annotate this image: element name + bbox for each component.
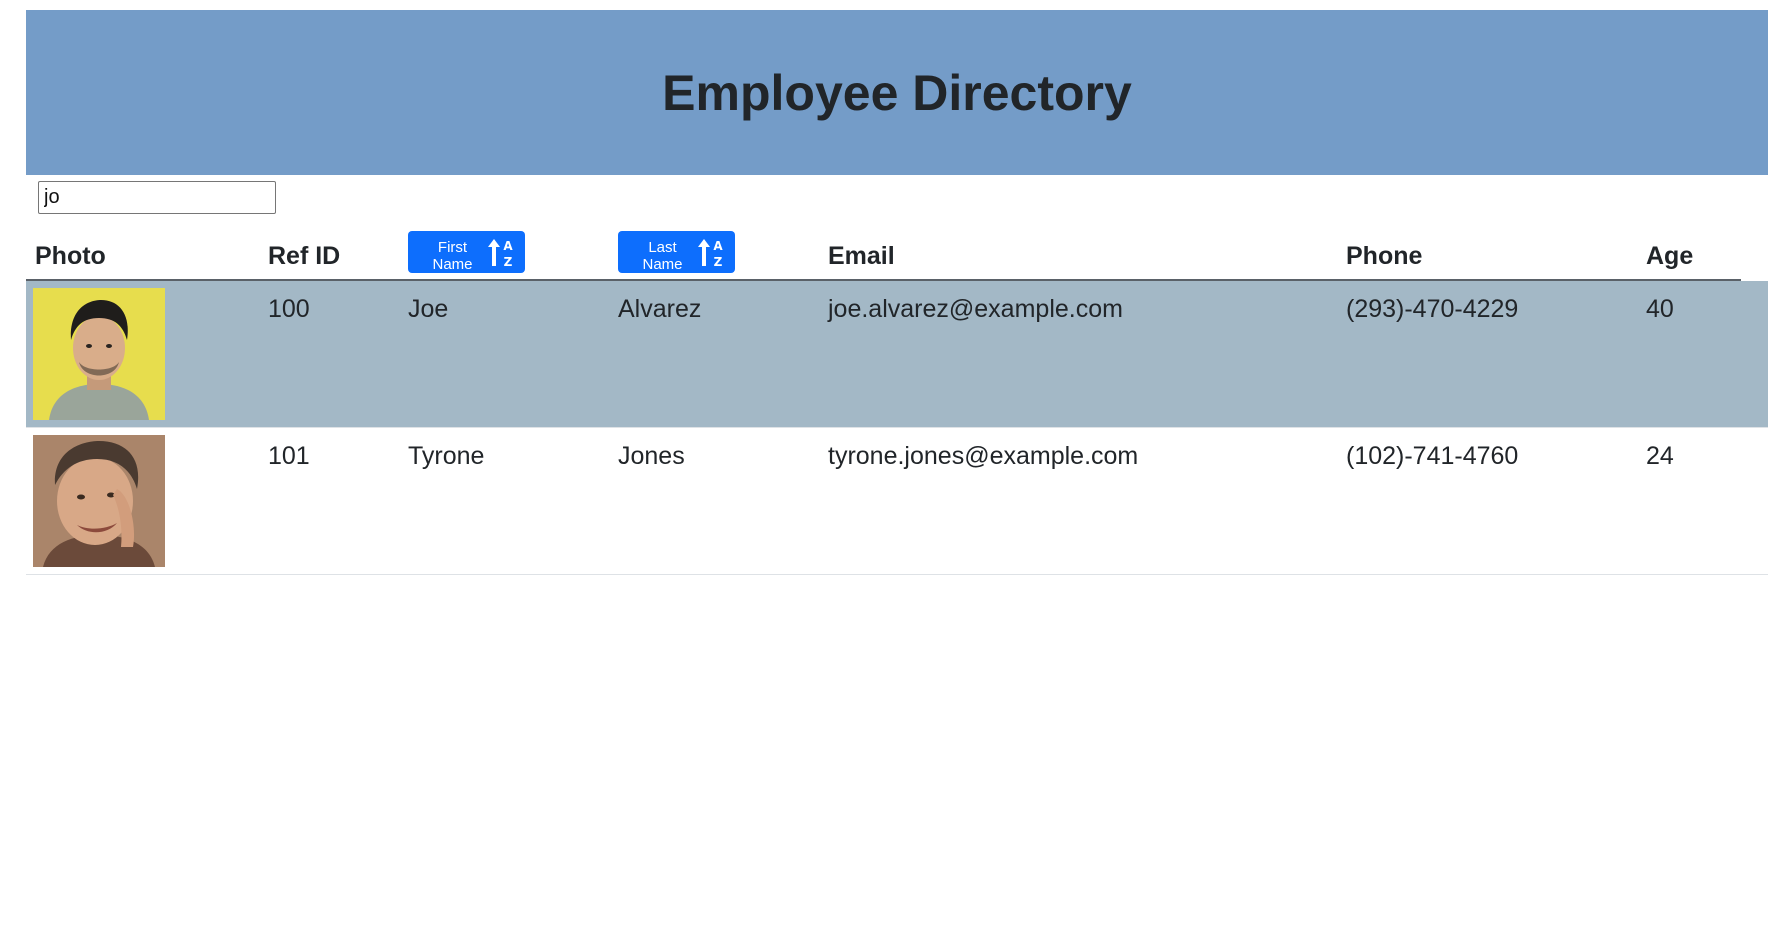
email-cell: tyrone.jones@example.com bbox=[828, 442, 1139, 470]
phone-cell: (293)-470-4229 bbox=[1346, 295, 1519, 323]
employee-photo bbox=[33, 288, 165, 420]
svg-text:A: A bbox=[503, 239, 513, 253]
employee-table: Photo Ref ID First Name A Z Last Name A … bbox=[26, 225, 1768, 575]
table-row[interactable]: 101 Tyrone Jones tyrone.jones@example.co… bbox=[26, 428, 1768, 575]
svg-text:Z: Z bbox=[714, 255, 723, 268]
ref-id-cell: 101 bbox=[268, 442, 310, 470]
age-cell: 24 bbox=[1646, 442, 1674, 470]
page-header: Employee Directory bbox=[26, 10, 1768, 175]
column-header-phone: Phone bbox=[1346, 242, 1423, 270]
employee-photo bbox=[33, 435, 165, 567]
sort-first-name-label: First Name bbox=[432, 239, 473, 273]
table-header: Photo Ref ID First Name A Z Last Name A … bbox=[26, 225, 1768, 281]
sort-alpha-up-icon: A Z bbox=[487, 236, 517, 269]
page-title: Employee Directory bbox=[662, 64, 1132, 121]
sort-last-name-button[interactable]: Last Name A Z bbox=[618, 231, 735, 273]
svg-text:A: A bbox=[713, 239, 723, 253]
age-cell: 40 bbox=[1646, 295, 1674, 323]
column-header-age: Age bbox=[1646, 242, 1694, 270]
search-input[interactable] bbox=[38, 181, 276, 214]
sort-alpha-up-icon: A Z bbox=[697, 236, 727, 269]
phone-cell: (102)-741-4760 bbox=[1346, 442, 1519, 470]
email-cell: joe.alvarez@example.com bbox=[828, 295, 1123, 323]
ref-id-cell: 100 bbox=[268, 295, 310, 323]
sort-first-name-button[interactable]: First Name A Z bbox=[408, 231, 525, 273]
svg-text:Z: Z bbox=[504, 255, 513, 268]
last-name-cell: Alvarez bbox=[618, 295, 702, 323]
column-header-ref-id: Ref ID bbox=[268, 242, 341, 270]
column-header-photo: Photo bbox=[35, 242, 106, 270]
first-name-cell: Tyrone bbox=[408, 442, 485, 470]
sort-last-name-label: Last Name bbox=[642, 239, 683, 273]
last-name-cell: Jones bbox=[618, 442, 685, 470]
column-header-email: Email bbox=[828, 242, 895, 270]
first-name-cell: Joe bbox=[408, 295, 449, 323]
table-row[interactable]: 100 Joe Alvarez joe.alvarez@example.com … bbox=[26, 281, 1768, 428]
